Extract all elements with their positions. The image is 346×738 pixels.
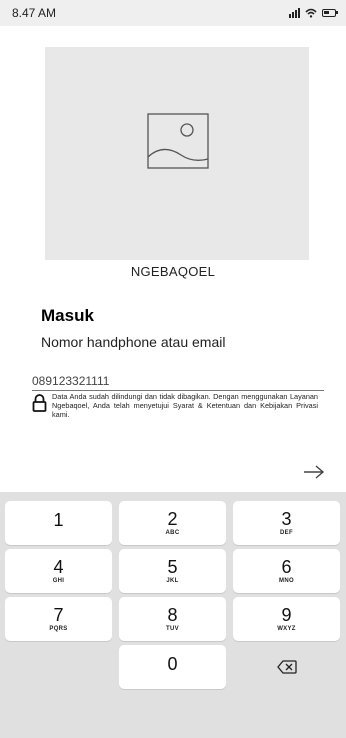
arrow-right-icon	[304, 464, 325, 479]
wifi-icon	[305, 8, 317, 18]
key-6[interactable]: 6 MNO	[233, 549, 340, 593]
key-3[interactable]: 3 DEF	[233, 501, 340, 545]
key-letters: DEF	[280, 529, 293, 536]
battery-icon	[322, 9, 338, 17]
backspace-icon	[276, 660, 297, 674]
key-9[interactable]: 9 WXYZ	[233, 597, 340, 641]
hero-image-placeholder	[45, 47, 309, 260]
key-1[interactable]: 1	[5, 501, 112, 545]
key-digit: 6	[281, 556, 292, 577]
status-time: 8.47 AM	[12, 6, 57, 20]
key-5[interactable]: 5 JKL	[119, 549, 226, 593]
backspace-key[interactable]	[233, 645, 340, 689]
privacy-notice: Data Anda sudah dilindungi dan tidak dib…	[52, 392, 318, 419]
page-title: Masuk	[41, 306, 94, 325]
key-letters: PQRS	[49, 625, 68, 632]
key-digit: 1	[53, 510, 64, 530]
lock-icon	[32, 394, 47, 412]
phone-email-input[interactable]	[32, 372, 324, 391]
key-digit: 5	[167, 556, 178, 577]
key-letters: JKL	[166, 577, 179, 584]
key-digit: 2	[167, 508, 178, 529]
app-name: NGEBAQOEL	[130, 264, 216, 279]
signal-icon	[289, 8, 300, 18]
numeric-keypad: 1 2 ABC 3 DEF 4 GHI 5 JKL 6 MNO 7 PQRS 8…	[0, 492, 346, 738]
next-button[interactable]	[301, 462, 327, 484]
phone-field-label: Nomor handphone atau email	[41, 334, 226, 350]
key-7[interactable]: 7 PQRS	[5, 597, 112, 641]
key-digit: 3	[281, 508, 292, 529]
key-8[interactable]: 8 TUV	[119, 597, 226, 641]
key-letters: GHI	[52, 577, 65, 584]
image-placeholder-icon	[147, 113, 209, 169]
key-4[interactable]: 4 GHI	[5, 549, 112, 593]
key-2[interactable]: 2 ABC	[119, 501, 226, 545]
key-digit: 7	[53, 604, 64, 625]
key-digit: 0	[167, 654, 178, 674]
key-letters: TUV	[166, 625, 179, 632]
key-letters: WXYZ	[277, 625, 296, 632]
key-digit: 9	[281, 604, 292, 625]
key-0[interactable]: 0	[119, 645, 226, 689]
key-letters: ABC	[165, 529, 180, 536]
status-icons	[289, 8, 338, 18]
status-bar: 8.47 AM	[0, 0, 346, 26]
key-digit: 4	[53, 556, 64, 577]
key-letters: MNO	[279, 577, 294, 584]
key-digit: 8	[167, 604, 178, 625]
